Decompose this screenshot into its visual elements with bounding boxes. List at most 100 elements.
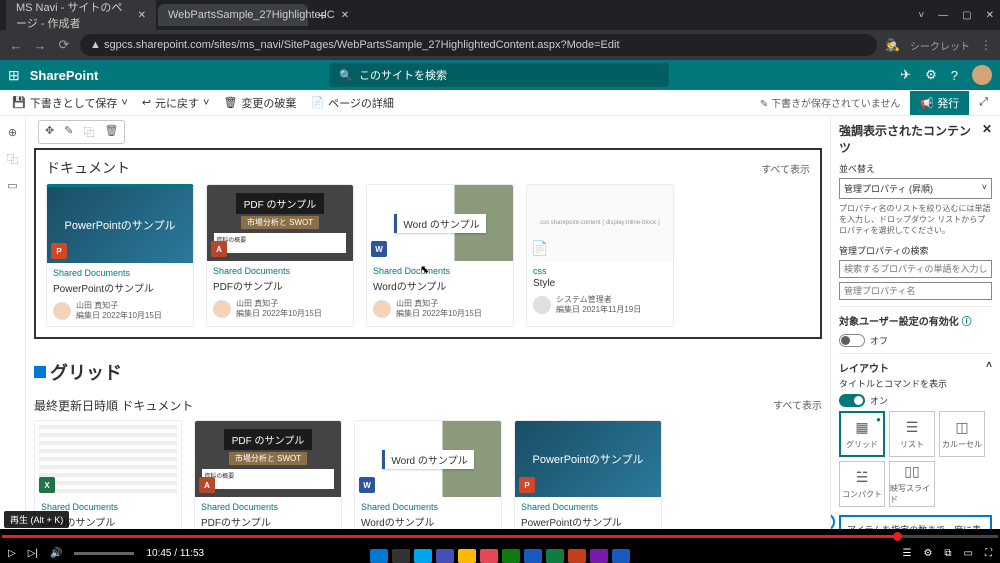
edit-icon[interactable]: ✎ [64,124,73,140]
audience-toggle[interactable]: オフ [839,334,992,347]
layout-icon: ◫ [955,419,968,436]
card-meta: システム管理者編集日 2021年11月19日 [556,295,641,314]
copy-icon[interactable]: ⿻ [7,151,18,167]
card-meta: 山田 真知子編集日 2022年10月15日 [76,301,162,320]
document-card[interactable]: PDF のサンプル市場分析と SWOT資料の概要A Shared Documen… [206,184,354,327]
browser-tab-strip: MS Navi - サイトのページ - 作成者✕ WebPartsSample_… [0,0,1000,30]
sort-label: 並べ替え [839,162,992,175]
taskbar-icon[interactable] [524,549,542,563]
mp-search-input[interactable] [839,260,992,278]
volume-slider[interactable] [74,552,134,555]
webpart-title[interactable]: ドキュメント [46,158,130,178]
play-icon[interactable]: ▷ [8,548,16,559]
square-bullet-icon [34,366,46,378]
taskbar-icon[interactable] [612,549,630,563]
document-card[interactable]: PowerPointのサンプルP Shared Documents PowerP… [514,420,662,529]
volume-icon[interactable]: 🔊 [50,548,62,559]
taskbar-icon[interactable] [480,549,498,563]
browser-tab-1[interactable]: MS Navi - サイトのページ - 作成者✕ [6,0,156,36]
next-icon[interactable]: ▷| [28,548,38,559]
send-icon[interactable]: ✈ [900,67,911,83]
layout-section-header[interactable]: レイアウト˄ [839,353,992,377]
app-launcher-icon[interactable]: ⊞ [8,67,20,84]
close-icon[interactable]: ✕ [341,10,349,21]
avatar [53,302,71,320]
title-cmd-toggle[interactable]: オン [839,394,992,407]
mp-search-label: 管理プロパティの検索 [839,244,992,257]
reload-icon[interactable]: ⟳ [56,37,72,53]
minimize-icon[interactable]: — [938,10,948,21]
suite-search[interactable]: 🔍このサイトを検索 [329,63,669,87]
taskbar-icon[interactable] [436,549,454,563]
close-icon[interactable]: ✕ [138,10,146,21]
layout-option-コンパクト[interactable]: ☱コンパクト [839,461,885,507]
document-card[interactable]: Word のサンプルW Shared Documents Wordのサンプル [354,420,502,529]
section-icon[interactable]: ▭ [7,179,17,192]
pane-title: 強調表示されたコンテンツ [839,122,982,156]
chevron-down-icon: ˅ [982,182,987,192]
close-icon[interactable]: ✕ [986,10,994,21]
sort-dropdown[interactable]: 管理プロパティ (昇順) ˅ [839,178,992,199]
save-draft-button[interactable]: 💾 下書きとして保存 ˅ [12,95,128,111]
see-all-link[interactable]: すべて表示 [761,161,810,176]
page-canvas: ✥ ✎ ⿻ 🗑 ドキュメント すべて表示 PowerPointのサンプルP Sh… [26,116,830,529]
document-card[interactable]: PDF のサンプル市場分析と SWOT資料の概要A Shared Documen… [194,420,342,529]
theater-icon[interactable]: ▭ [964,548,973,559]
forward-icon[interactable]: → [32,38,48,53]
chevron-down-icon[interactable]: ˅ [918,10,924,21]
taskbar-icon[interactable] [414,549,432,563]
move-icon[interactable]: ✥ [45,124,54,140]
layout-option-映写スライド[interactable]: ▯▯映写スライド [889,461,935,507]
undo-button[interactable]: ↩ 元に戻す ˅ [142,95,210,111]
taskbar-icon[interactable] [392,549,410,563]
taskbar-icon[interactable] [370,549,388,563]
pip-icon[interactable]: ⧉ [944,548,951,559]
taskbar-icon[interactable] [502,549,520,563]
url-text: sgpcs.sharepoint.com/sites/ms_navi/SiteP… [104,39,620,51]
layout-icon: ☰ [906,419,919,436]
avatar[interactable] [972,65,992,85]
mp-name-input[interactable] [839,282,992,300]
captions-icon[interactable]: ☰ [902,548,911,559]
address-bar[interactable]: ▲ sgpcs.sharepoint.com/sites/ms_navi/Sit… [80,34,877,56]
taskbar-icon[interactable] [590,549,608,563]
back-icon[interactable]: ← [8,38,24,53]
card-title: PDFのサンプル [201,514,335,529]
taskbar-icon[interactable] [458,549,476,563]
help-icon[interactable]: ? [951,68,958,83]
taskbar-icon[interactable] [546,549,564,563]
maximize-icon[interactable]: ▢ [962,10,971,21]
delete-icon[interactable]: 🗑 [104,124,118,140]
video-progress-bar[interactable] [0,529,1000,543]
info-icon[interactable]: ⓘ [962,317,972,328]
highlighted-content-webpart[interactable]: ドキュメント すべて表示 PowerPointのサンプルP Shared Doc… [34,148,822,339]
document-card[interactable]: PowerPointのサンプルP Shared Documents PowerP… [46,184,194,327]
card-title: PDFのサンプル [213,278,347,293]
video-controls: ▷ ▷| 🔊 10:45 / 11:53 ☰ ⚙ ⧉ ▭ ⛶ [0,543,1000,563]
layout-icon: ☱ [856,469,869,486]
new-tab-button[interactable]: + [310,7,334,23]
discard-button[interactable]: 🗑 変更の破棄 [223,95,296,111]
see-all-link[interactable]: すべて表示 [773,397,822,414]
step-badge: ⑧ [830,513,835,529]
layout-option-グリッド[interactable]: ▦グリッド [839,411,885,457]
card-library: Shared Documents [361,502,495,512]
layout-option-カルーセル[interactable]: ◫カルーセル [939,411,985,457]
page-command-bar: 💾 下書きとして保存 ˅ ↩ 元に戻す ˅ 🗑 変更の破棄 📄 ページの詳細 ✎… [0,90,1000,116]
menu-icon[interactable]: ⋮ [980,38,992,52]
document-card[interactable]: Word のサンプルW Shared Documents Wordのサンプル 山… [366,184,514,327]
layout-option-リスト[interactable]: ☰リスト [889,411,935,457]
settings-icon[interactable]: ⚙ [923,548,932,559]
add-section-icon[interactable]: ⊕ [8,126,17,139]
duplicate-icon[interactable]: ⿻ [83,124,94,140]
document-card[interactable]: css sharepoint-content { display:inline-… [526,184,674,327]
taskbar-icon[interactable] [568,549,586,563]
settings-icon[interactable]: ⚙ [925,67,937,83]
page-details-button[interactable]: 📄 ページの詳細 [310,95,393,111]
browser-tab-2[interactable]: WebPartsSample_27HighlightedC✕ [158,4,308,26]
chevron-up-icon: ˄ [986,360,992,375]
publish-button[interactable]: 📢 発行 [910,91,969,115]
close-icon[interactable]: ✕ [982,122,992,156]
fullscreen-icon[interactable]: ⛶ [985,548,992,559]
expand-icon[interactable]: ⤢ [979,96,988,109]
